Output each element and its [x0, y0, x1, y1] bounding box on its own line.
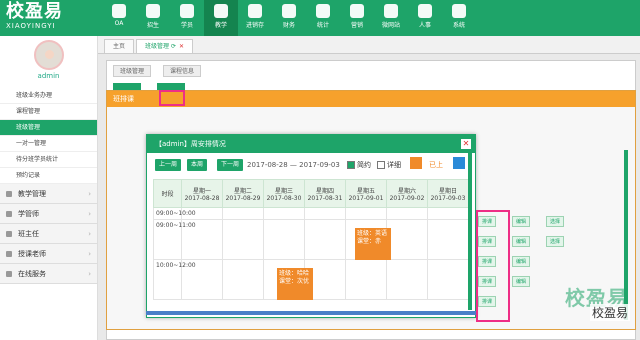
sidebar-group-online[interactable]: 在线服务 [0, 264, 97, 284]
select-button[interactable]: 选择 [546, 236, 565, 247]
legend-swatch [453, 157, 465, 169]
logo-text: 校盈易 [6, 1, 63, 22]
hr-icon [418, 4, 432, 18]
schedule-event[interactable]: 班级：哈哈 课堂：次优 [277, 268, 313, 300]
nav-item-recruit[interactable]: 招生 [136, 0, 170, 36]
nav-item-marketing[interactable]: 营销 [340, 0, 374, 36]
sidebar-item-pending-students[interactable]: 待分班学员统计 [0, 152, 97, 168]
dialog-title: 【admin】周安排情况 [155, 140, 226, 148]
nav-item-system[interactable]: 系统 [442, 0, 476, 36]
oa-icon [112, 4, 126, 18]
highlight-box [476, 210, 510, 322]
day-header: 星期二 2017-08-29 [222, 179, 264, 208]
outer-dialog-header: 班排课 [107, 91, 635, 107]
refresh-icon[interactable]: ⟳ [171, 43, 176, 50]
logo: 校盈易 XIAOYINGYI [6, 2, 102, 32]
slot-label: 09:00~11:00 [153, 219, 196, 260]
day-header: 星期三 2017-08-30 [263, 179, 305, 208]
table-row: 09:00~11:00 [153, 219, 469, 260]
sidebar-item-class[interactable]: 班级管理 [0, 120, 97, 136]
sidebar-item-one-on-one[interactable]: 一对一管理 [0, 136, 97, 152]
day-header: 星期四 2017-08-31 [304, 179, 346, 208]
top-bar: 校盈易 XIAOYINGYI OA 招生 学员 教学 进销存 财务 统计 营销 … [0, 0, 640, 36]
system-icon [452, 4, 466, 18]
close-icon[interactable]: ✕ [461, 139, 471, 149]
tab-bar: 主页 班级管理 ⟳ ✕ [98, 36, 640, 54]
teaching-icon [214, 4, 228, 18]
finance-icon [282, 4, 296, 18]
sidebar-group-teaching[interactable]: 教学管理 [0, 184, 97, 204]
day-header: 星期日 2017-09-03 [427, 179, 469, 208]
slot-label: 09:00~10:00 [153, 207, 196, 220]
simple-label: 简约 [357, 161, 371, 169]
prev-week-button[interactable]: 上一周 [155, 159, 182, 171]
tab-class-management[interactable]: 班级管理 ⟳ ✕ [136, 39, 194, 53]
marketing-icon [350, 4, 364, 18]
slot-label: 10:00~12:00 [153, 259, 196, 300]
dialog-scrollbar[interactable] [468, 150, 472, 310]
edit-button[interactable]: 编辑 [512, 236, 531, 247]
nav-item-finance[interactable]: 财务 [272, 0, 306, 36]
sidebar-group-advisor[interactable]: 学管师 [0, 204, 97, 224]
day-header: 星期五 2017-09-01 [345, 179, 387, 208]
nav-item-student[interactable]: 学员 [170, 0, 204, 36]
dialog-toolbar: 上一周 本周 下一周 2017-08-28 — 2017-09-03 简约 详细… [147, 153, 475, 175]
inventory-icon [248, 4, 262, 18]
legend-done-label: 已上 [429, 161, 443, 169]
nav-item-teaching[interactable]: 教学 [204, 0, 238, 36]
edit-button[interactable]: 编辑 [512, 216, 531, 227]
avatar [33, 40, 64, 70]
nav-item-stats[interactable]: 统计 [306, 0, 340, 36]
weekly-schedule-dialog: 【admin】周安排情况 ✕ 上一周 本周 下一周 2017-08-28 — 2… [146, 134, 476, 318]
legend-done-swatch [410, 157, 422, 169]
bg-tab-course[interactable]: 课程信息 [163, 65, 202, 77]
detail-label: 详细 [387, 161, 401, 169]
recruit-icon [146, 4, 160, 18]
nav-item-website[interactable]: 微网站 [374, 0, 408, 36]
bg-tab-class[interactable]: 班级管理 [113, 65, 152, 77]
profile: admin [0, 36, 97, 88]
logo-subtext: XIAOYINGYI [6, 22, 56, 30]
table-row: 09:00~10:00 [153, 207, 469, 220]
day-header: 星期六 2017-09-02 [386, 179, 428, 208]
sidebar-item-class-business[interactable]: 班级业务办理 [0, 88, 97, 104]
edit-button[interactable]: 编辑 [512, 276, 531, 287]
website-icon [384, 4, 398, 18]
time-header: 时段 [153, 179, 182, 208]
watermark-caption: 校盈易 [589, 304, 630, 321]
student-icon [180, 4, 194, 18]
highlight-box [159, 90, 185, 106]
select-button[interactable]: 选择 [546, 216, 565, 227]
main-nav: OA 招生 学员 教学 进销存 财务 统计 营销 微网站 人事 系统 [102, 0, 476, 36]
edit-button[interactable]: 编辑 [512, 256, 531, 267]
date-range: 2017-08-28 — 2017-09-03 [247, 161, 340, 169]
nav-item-hr[interactable]: 人事 [408, 0, 442, 36]
next-week-button[interactable]: 下一周 [217, 159, 244, 171]
nav-item-oa[interactable]: OA [102, 0, 136, 36]
tab-home[interactable]: 主页 [104, 39, 135, 53]
dialog-header: 【admin】周安排情况 ✕ [147, 135, 475, 153]
schedule-event[interactable]: 班级：英语 课堂：赤 [355, 228, 391, 260]
sidebar-group-lecturer[interactable]: 授课老师 [0, 244, 97, 264]
close-icon[interactable]: ✕ [179, 43, 184, 50]
nav-item-inventory[interactable]: 进销存 [238, 0, 272, 36]
dialog-horizontal-scrollbar[interactable] [146, 311, 476, 315]
stats-icon [316, 4, 330, 18]
sidebar-group-headteacher[interactable]: 班主任 [0, 224, 97, 244]
sidebar-item-bookings[interactable]: 预约记录 [0, 168, 97, 184]
detail-checkbox[interactable] [377, 161, 385, 169]
sidebar-item-course[interactable]: 课程管理 [0, 104, 97, 120]
day-header: 星期一 2017-08-28 [181, 179, 223, 208]
username: admin [37, 72, 60, 80]
this-week-button[interactable]: 本周 [187, 159, 208, 171]
simple-checkbox[interactable] [347, 161, 355, 169]
sidebar: admin 班级业务办理 课程管理 班级管理 一对一管理 待分班学员统计 预约记… [0, 36, 98, 340]
